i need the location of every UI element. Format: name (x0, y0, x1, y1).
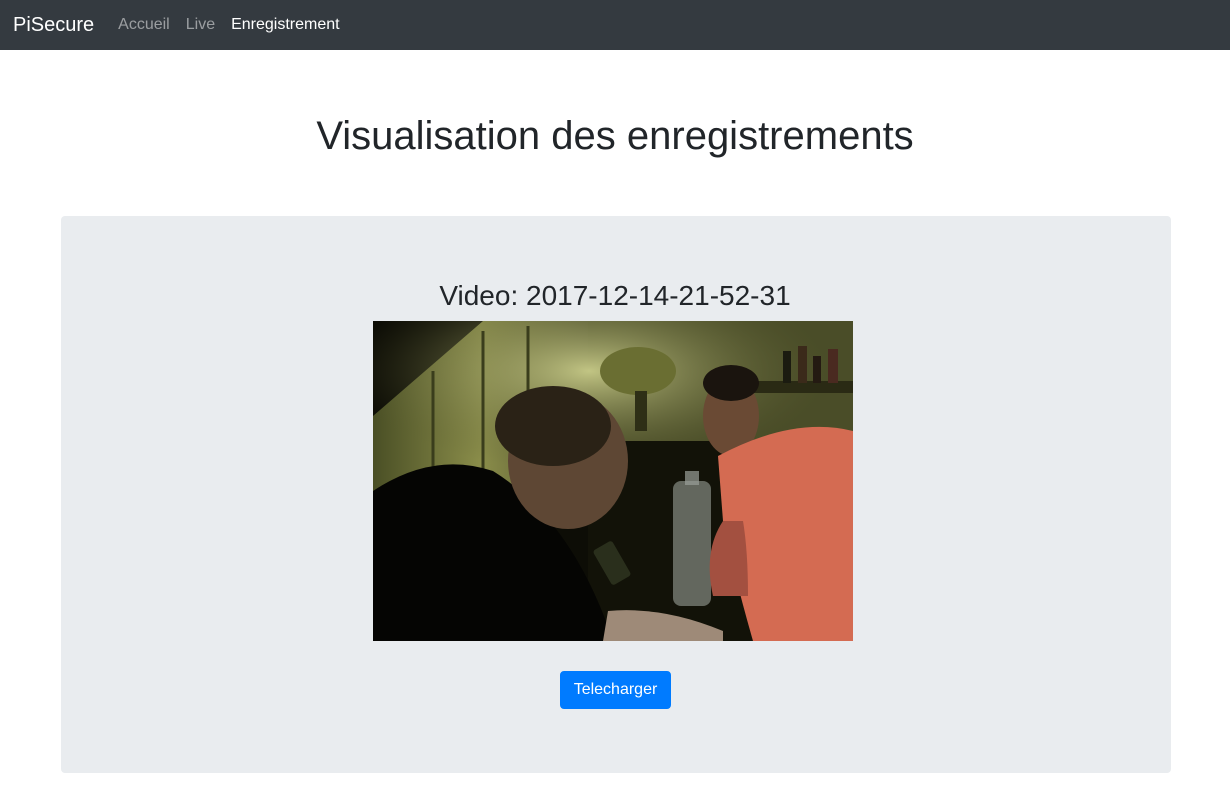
navbar: PiSecure Accueil Live Enregistrement (0, 0, 1230, 50)
brand-link[interactable]: PiSecure (13, 14, 94, 37)
video-title: Video: 2017-12-14-21-52-31 (439, 280, 791, 311)
nav-link-enregistrement[interactable]: Enregistrement (231, 16, 340, 34)
nav-link-accueil[interactable]: Accueil (118, 16, 170, 34)
video-frame-image (373, 321, 853, 641)
download-button[interactable]: Telecharger (560, 671, 671, 709)
nav-link-live[interactable]: Live (186, 16, 215, 34)
video-player[interactable] (373, 321, 853, 641)
page-title: Visualisation des enregistrements (316, 114, 914, 158)
